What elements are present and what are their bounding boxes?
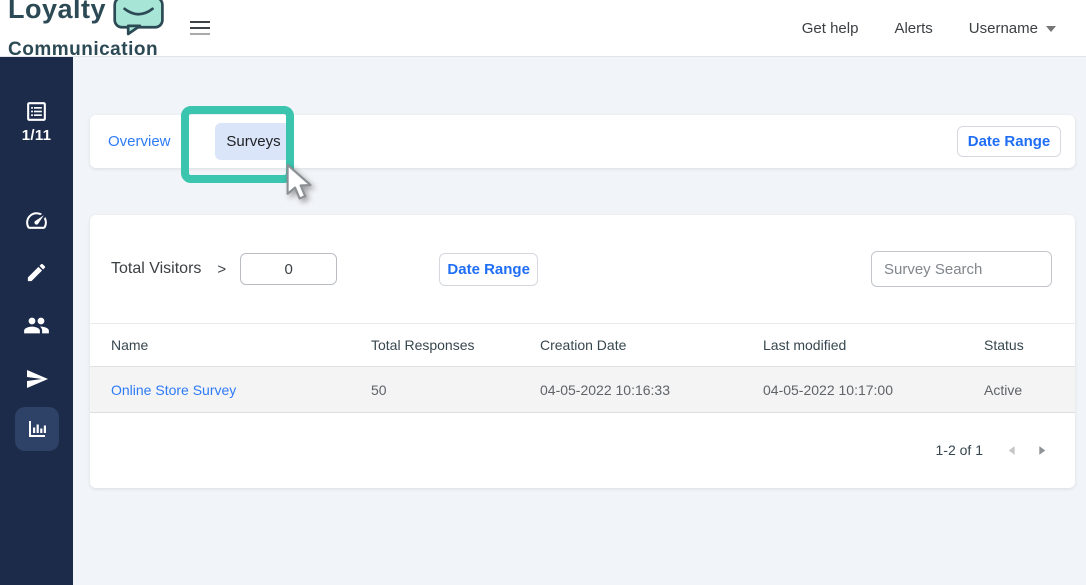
tab-bar-card: Overview Surveys Date Range [90,115,1075,168]
table-row: Online Store Survey 50 04-05-2022 10:16:… [90,367,1075,413]
edit-pencil-icon [25,261,48,284]
pagination: 1-2 of 1 [90,412,1075,488]
surveys-table: Name Total Responses Creation Date Last … [90,323,1075,413]
last-modified-value: 04-05-2022 10:17:00 [742,382,963,398]
sidebar-item-analytics[interactable] [15,407,59,451]
chevron-down-icon [1046,26,1056,32]
greater-than-operator: > [217,261,226,278]
sidebar-item-send[interactable] [25,367,49,391]
status-badge: Active [963,382,1075,398]
dashboard-gauge-icon [24,208,49,233]
survey-name-link[interactable]: Online Store Survey [111,382,236,398]
username-menu[interactable]: Username [969,20,1056,37]
column-header-total-responses: Total Responses [350,337,519,353]
page-next-arrow-icon[interactable] [1034,443,1049,458]
top-header: Loyalty Communication Get help Alerts Us… [0,0,1086,57]
users-icon [23,312,50,339]
send-icon [25,367,49,391]
hamburger-menu-icon[interactable] [190,17,212,39]
creation-date-value: 04-05-2022 10:16:33 [519,382,742,398]
filters-row: Total Visitors > Date Range [90,215,1075,323]
sidebar-item-survey-progress[interactable]: 1/11 [22,99,52,144]
survey-progress-label: 1/11 [22,127,52,144]
sidebar-item-users[interactable] [23,312,50,339]
sidebar: 1/11 [0,57,73,585]
surveys-panel: Total Visitors > Date Range Name Total R… [90,215,1075,488]
header-nav: Get help Alerts Username [802,20,1086,37]
column-header-creation-date: Creation Date [519,337,742,353]
logo[interactable]: Loyalty Communication [8,0,166,61]
date-range-button[interactable]: Date Range [439,253,538,286]
app-root: { "colors": { "accent_teal": "#3bc4ae", … [0,0,1086,585]
logo-text-line1: Loyalty [8,0,106,23]
username-label: Username [969,20,1038,37]
table-header-row: Name Total Responses Creation Date Last … [90,324,1075,367]
total-responses-value: 50 [350,382,519,398]
column-header-name: Name [90,337,350,353]
bar-chart-icon [25,417,49,441]
column-header-last-modified: Last modified [742,337,963,353]
survey-list-icon [24,99,49,124]
total-visitors-label: Total Visitors [111,260,201,278]
speech-bubble-smile-icon [112,0,166,42]
tab-surveys[interactable]: Surveys [215,123,293,160]
alerts-link[interactable]: Alerts [894,20,932,37]
column-header-status: Status [963,337,1075,353]
pagination-range-label: 1-2 of 1 [936,442,983,458]
sidebar-item-edit[interactable] [25,261,48,284]
tab-overview[interactable]: Overview [108,133,171,150]
sidebar-item-dashboard[interactable] [24,208,49,233]
total-visitors-input[interactable] [240,253,337,285]
survey-search-input[interactable] [871,251,1052,287]
mouse-pointer-icon [281,163,319,208]
date-range-button-top[interactable]: Date Range [957,126,1061,157]
page-prev-arrow-icon[interactable] [1005,443,1020,458]
get-help-link[interactable]: Get help [802,20,859,37]
